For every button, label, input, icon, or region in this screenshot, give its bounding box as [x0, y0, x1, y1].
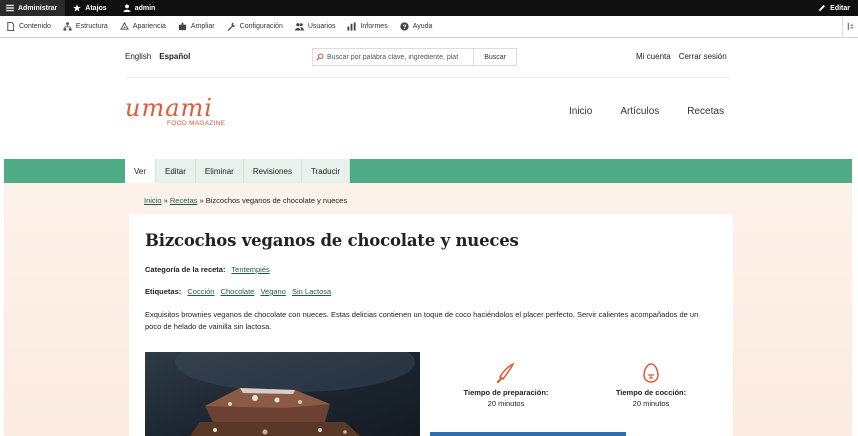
- page-title: Bizcochos veganos de chocolate y nueces: [145, 231, 519, 250]
- tray-item-appearance[interactable]: Apariencia: [114, 22, 172, 31]
- nav-recipes[interactable]: Recetas: [687, 106, 724, 117]
- egg-timer-icon: [643, 363, 659, 383]
- my-account-link[interactable]: Mi cuenta: [636, 52, 671, 61]
- tab-view[interactable]: Ver: [125, 159, 157, 183]
- search-icon: [313, 53, 327, 61]
- prep-time-value: 20 minutos: [487, 399, 525, 408]
- user-icon: [123, 4, 131, 12]
- local-tasks: Ver Editar Eliminar Revisiones Traducir: [125, 159, 351, 183]
- shortcuts-menu[interactable]: Atajos: [65, 0, 114, 16]
- tab-translate[interactable]: Traducir: [301, 159, 351, 183]
- recipe-tags: Etiquetas: Cocción Chocolate Vegano Sin …: [145, 287, 335, 296]
- breadcrumb-separator: »: [163, 196, 168, 205]
- umami-logo-icon: umami: [125, 94, 213, 122]
- star-icon: [73, 4, 82, 12]
- language-english[interactable]: English: [125, 52, 151, 61]
- recipe-description: Exquisitos brownies veganos de chocolate…: [145, 310, 699, 331]
- category-label: Categoría de la receta:: [145, 265, 226, 274]
- tray-item-extend[interactable]: Ampliar: [172, 22, 221, 31]
- tray-item-reports[interactable]: Informes: [341, 22, 393, 31]
- hamburger-icon: [6, 4, 14, 12]
- tray-label: Ayuda: [412, 23, 433, 30]
- help-icon: ?: [400, 22, 409, 31]
- breadcrumb-current: Bizcochos veganos de chocolate y nueces: [205, 196, 348, 205]
- shortcuts-label: Atajos: [85, 4, 107, 12]
- user-menu[interactable]: admin: [115, 0, 164, 16]
- tag-link[interactable]: Sin Lactosa: [292, 287, 331, 296]
- breadcrumb-recipes[interactable]: Recetas: [170, 196, 198, 205]
- puzzle-icon: [178, 22, 187, 31]
- tray-label: Informes: [360, 23, 388, 30]
- tray-label: Contenido: [19, 23, 51, 30]
- tags-label: Etiquetas:: [145, 287, 182, 296]
- svg-text:umami: umami: [125, 94, 213, 122]
- breadcrumb-separator: »: [199, 196, 204, 205]
- manage-menu[interactable]: Administrar: [0, 0, 66, 16]
- wrench-icon: [227, 22, 236, 31]
- sidebar-toggle-icon: [847, 22, 854, 31]
- tray-item-help[interactable]: ? Ayuda: [394, 22, 439, 31]
- tag-link[interactable]: Cocción: [187, 287, 214, 296]
- language-spanish[interactable]: Español: [159, 52, 190, 61]
- header-divider: [125, 77, 731, 78]
- tag-link[interactable]: Vegano: [260, 287, 285, 296]
- site-frame: English Español Buscar Mi cuenta Cerrar …: [4, 38, 852, 436]
- tray-orientation-toggle[interactable]: [842, 15, 858, 38]
- search-button[interactable]: Buscar: [473, 49, 516, 65]
- main-navigation: Inicio Artículos Recetas: [569, 106, 724, 117]
- svg-text:?: ?: [402, 24, 406, 31]
- bar-chart-icon: [347, 22, 357, 31]
- cook-time-label: Tiempo de cocción:: [615, 388, 687, 397]
- document-icon: [7, 22, 15, 31]
- breadcrumb-home[interactable]: Inicio: [144, 196, 162, 205]
- paint-icon: [119, 22, 129, 30]
- recipe-image: [145, 352, 420, 436]
- prep-time: Tiempo de preparación: 20 minutos: [451, 362, 561, 408]
- logo-tagline: FOOD MAGAZINE: [167, 120, 226, 127]
- search-form: Buscar: [312, 48, 517, 66]
- knife-icon: [496, 362, 515, 384]
- recipe-card: Bizcochos veganos de chocolate y nueces …: [129, 214, 733, 436]
- tab-delete[interactable]: Eliminar: [195, 159, 244, 183]
- user-label: admin: [134, 4, 156, 12]
- edit-toggle[interactable]: Editar: [810, 0, 858, 16]
- structure-icon: [63, 22, 72, 31]
- tag-link[interactable]: Chocolate: [221, 287, 255, 296]
- language-switcher: English Español: [125, 52, 190, 61]
- tab-edit[interactable]: Editar: [156, 159, 196, 183]
- tray-label: Apariencia: [132, 23, 166, 30]
- edit-label: Editar: [830, 4, 850, 12]
- cook-time-value: 20 minutos: [632, 399, 670, 408]
- tray-label: Estructura: [75, 23, 108, 30]
- cook-time: Tiempo de cocción: 20 minutos: [596, 362, 706, 408]
- tray-label: Configuración: [239, 23, 283, 30]
- nav-articles[interactable]: Artículos: [620, 106, 659, 117]
- prep-time-label: Tiempo de preparación:: [463, 388, 549, 397]
- tray-item-content[interactable]: Contenido: [0, 22, 57, 31]
- brownie-photo-icon: [175, 352, 415, 436]
- pencil-icon: [818, 5, 826, 12]
- tray-label: Usuarios: [307, 23, 336, 30]
- top-bar: English Español Buscar Mi cuenta Cerrar …: [4, 38, 852, 76]
- manage-label: Administrar: [18, 4, 58, 12]
- user-links: Mi cuenta Cerrar sesión: [636, 52, 727, 61]
- tray-label: Ampliar: [190, 23, 215, 30]
- admin-toolbar: Administrar Atajos admin Editar: [0, 0, 858, 16]
- nav-home[interactable]: Inicio: [569, 106, 592, 117]
- tray-item-structure[interactable]: Estructura: [57, 22, 114, 31]
- scroll-indicator: [430, 432, 626, 436]
- tray-item-config[interactable]: Configuración: [221, 22, 289, 31]
- people-icon: [294, 23, 304, 31]
- category-link[interactable]: Tentempiés: [231, 265, 269, 274]
- search-input[interactable]: [327, 53, 473, 61]
- admin-tray: Contenido Estructura Apariencia Ampliar …: [0, 15, 858, 38]
- tab-revisions[interactable]: Revisiones: [243, 159, 302, 183]
- breadcrumb: Inicio » Recetas » Bizcochos veganos de …: [144, 196, 347, 205]
- recipe-category: Categoría de la receta: Tentempiés: [145, 265, 274, 274]
- logout-link[interactable]: Cerrar sesión: [679, 52, 727, 61]
- site-logo[interactable]: umami FOOD MAGAZINE: [125, 94, 233, 127]
- tray-item-people[interactable]: Usuarios: [289, 22, 342, 31]
